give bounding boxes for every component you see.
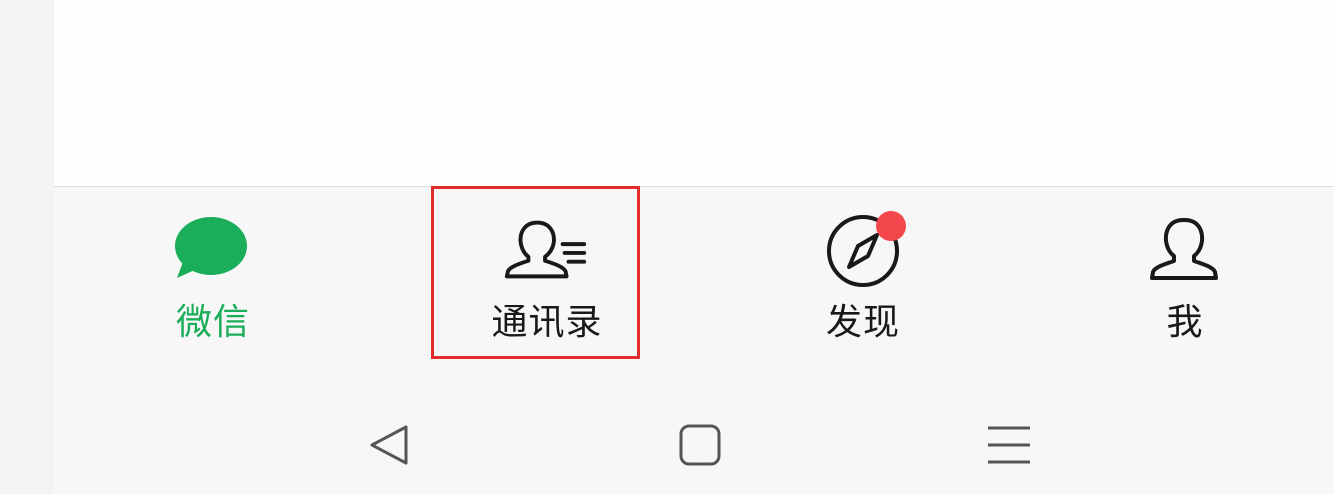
contacts-icon <box>502 209 592 289</box>
home-button[interactable] <box>675 420 725 470</box>
compass-icon <box>818 209 908 289</box>
notification-badge <box>876 211 906 241</box>
tab-contacts-label: 通讯录 <box>491 302 603 343</box>
back-triangle-icon <box>370 425 408 465</box>
tab-contacts[interactable]: 通讯录 <box>472 187 622 367</box>
bottom-tab-bar: 微信 通讯录 发现 我 <box>54 187 1334 367</box>
chat-bubble-icon <box>168 209 258 289</box>
menu-lines-icon <box>988 426 1030 464</box>
back-button[interactable] <box>364 420 414 470</box>
tab-discover-label: 发现 <box>825 302 900 343</box>
system-nav-bar <box>54 380 1334 494</box>
left-edge <box>0 0 54 494</box>
menu-button[interactable] <box>984 420 1034 470</box>
tab-chats[interactable]: 微信 <box>158 187 268 367</box>
screen: 微信 通讯录 发现 我 <box>0 0 1334 494</box>
tab-discover[interactable]: 发现 <box>808 187 918 367</box>
tab-me-label: 我 <box>1166 302 1204 343</box>
tab-me[interactable]: 我 <box>1142 187 1228 367</box>
person-icon <box>1140 209 1230 289</box>
content-area <box>54 0 1334 187</box>
tab-chats-label: 微信 <box>175 302 250 343</box>
home-square-icon <box>679 424 721 466</box>
